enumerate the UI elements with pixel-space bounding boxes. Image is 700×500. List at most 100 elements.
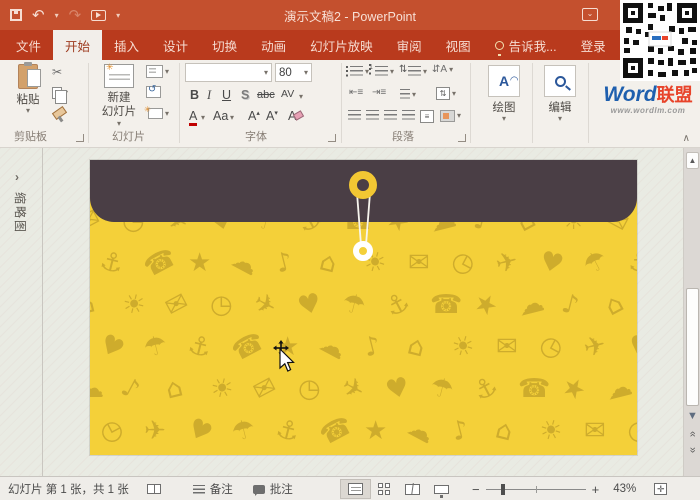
customize-qat-icon[interactable]: ▾ xyxy=(116,11,120,20)
bullets-button[interactable]: ▾ xyxy=(346,66,369,77)
align-left-button[interactable] xyxy=(348,110,361,121)
thumbnail-panel[interactable]: › 缩略图 xyxy=(0,148,43,476)
slide-sorter-button[interactable] xyxy=(371,479,398,499)
copy-button[interactable]: ▾ xyxy=(52,87,68,104)
start-slideshow-icon[interactable] xyxy=(91,9,107,21)
shrink-font-button[interactable]: A xyxy=(266,110,278,123)
section-dropdown-icon[interactable]: ▾ xyxy=(165,109,169,118)
scrollbar-thumb[interactable] xyxy=(686,288,699,406)
justify-button[interactable] xyxy=(402,110,415,121)
drawing-button[interactable]: A 绘图 ▾ xyxy=(482,65,526,123)
change-case-button[interactable]: Aa xyxy=(213,110,228,123)
redo-icon: ↷ xyxy=(68,6,82,24)
section-button[interactable]: ▾ xyxy=(144,105,169,119)
font-dialog-launcher[interactable] xyxy=(328,134,336,142)
line-spacing-button[interactable]: ▾ xyxy=(399,64,427,77)
expand-thumbnails-icon[interactable]: › xyxy=(15,170,19,184)
tab-design[interactable]: 设计 xyxy=(151,30,200,60)
font-size-dropdown-icon[interactable]: ▾ xyxy=(304,68,308,77)
previous-slide-icon[interactable]: « xyxy=(687,426,699,443)
clear-formatting-button[interactable]: A xyxy=(288,110,296,123)
tell-me-box[interactable]: 告诉我... xyxy=(483,30,569,60)
increase-indent-button[interactable]: ⇥≡ xyxy=(372,87,386,98)
collapse-ribbon-icon[interactable]: ∧ xyxy=(683,133,690,144)
paragraph-dialog-launcher[interactable] xyxy=(458,134,466,142)
font-size-combo[interactable]: 80 ▾ xyxy=(275,63,312,82)
paste-dropdown-icon[interactable]: ▾ xyxy=(26,107,30,115)
undo-dropdown-icon[interactable]: ▾ xyxy=(55,11,59,20)
bold-button[interactable]: B xyxy=(190,89,199,102)
font-name-dropdown-icon[interactable]: ▾ xyxy=(264,68,268,77)
align-text-button[interactable]: ⇅ ▾ xyxy=(436,87,456,100)
numbering-dropdown-icon[interactable]: ▾ xyxy=(390,67,394,76)
zoom-out-button[interactable]: − xyxy=(472,482,480,497)
notes-toggle[interactable]: 备注 xyxy=(192,481,233,497)
comments-toggle[interactable]: 批注 xyxy=(252,481,293,497)
zoom-in-button[interactable]: + xyxy=(592,482,600,497)
zoom-slider-thumb[interactable] xyxy=(500,483,505,495)
save-icon[interactable] xyxy=(10,9,22,21)
underline-button[interactable]: U xyxy=(222,89,231,102)
distribute-button[interactable]: ≡ xyxy=(420,110,434,123)
zoom-slider[interactable] xyxy=(485,483,586,495)
ribbon-display-options-icon[interactable]: ⌄ xyxy=(582,8,598,21)
layout-dropdown-icon[interactable]: ▾ xyxy=(165,67,169,76)
numbering-button[interactable]: ▾ xyxy=(369,64,394,77)
normal-view-button[interactable] xyxy=(340,479,371,499)
tab-file[interactable]: 文件 xyxy=(4,30,53,60)
cut-button[interactable]: ✂ xyxy=(52,66,62,78)
paste-button[interactable]: 粘贴 ▾ xyxy=(8,62,48,115)
next-slide-icon[interactable]: » xyxy=(687,442,699,459)
align-center-button[interactable] xyxy=(366,110,379,121)
smartart-dropdown-icon[interactable]: ▾ xyxy=(457,112,461,120)
new-slide-button[interactable]: 新建 幻灯片 ▾ xyxy=(96,62,142,128)
tab-review[interactable]: 审阅 xyxy=(385,30,434,60)
italic-button[interactable]: I xyxy=(207,89,211,102)
layout-button[interactable]: ▾ xyxy=(146,65,169,78)
columns-button[interactable]: ▾ xyxy=(400,89,416,100)
fit-to-window-icon[interactable]: ✛ xyxy=(654,483,668,495)
undo-icon[interactable]: ↶ xyxy=(32,8,45,23)
font-name-combo[interactable]: ▾ xyxy=(185,63,272,82)
tab-animations[interactable]: 动画 xyxy=(249,30,298,60)
reading-view-button[interactable] xyxy=(398,479,427,499)
line-spacing-dropdown-icon[interactable]: ▾ xyxy=(423,67,427,76)
tab-view[interactable]: 视图 xyxy=(434,30,483,60)
clipboard-dialog-launcher[interactable] xyxy=(76,134,84,142)
font-color-dropdown-icon[interactable]: ▾ xyxy=(201,114,205,122)
grow-font-button[interactable]: A xyxy=(248,110,260,123)
slideshow-view-button[interactable] xyxy=(427,479,456,499)
character-spacing-dropdown-icon[interactable]: ▾ xyxy=(299,93,303,101)
strikethrough-button[interactable]: abc xyxy=(257,90,275,101)
align-text-dropdown-icon[interactable]: ▾ xyxy=(452,89,456,98)
tab-slideshow[interactable]: 幻灯片放映 xyxy=(298,30,385,60)
tab-home[interactable]: 开始 xyxy=(53,30,103,60)
editing-dropdown-icon[interactable]: ▾ xyxy=(558,115,562,123)
align-right-button[interactable] xyxy=(384,110,397,121)
drawing-dropdown-icon[interactable]: ▾ xyxy=(502,115,506,123)
convert-smartart-button[interactable]: ▾ xyxy=(440,110,461,122)
tab-transitions[interactable]: 切换 xyxy=(200,30,249,60)
reset-button[interactable] xyxy=(146,84,161,98)
slide-canvas[interactable]: ✉◷✈♥☂⚓☎★☁♪⌂☀✉◷⚓☎★☁♪⌂☀✉◷✈♥☂⚓☎⌂☀✉◷✈♥☂⚓☎★☁♪… xyxy=(90,160,637,455)
tab-insert[interactable]: 插入 xyxy=(102,30,151,60)
zoom-level[interactable]: 43% xyxy=(613,483,636,495)
sign-in-button[interactable]: 登录 xyxy=(569,30,618,60)
scroll-up-button[interactable]: ▲ xyxy=(686,152,699,169)
vertical-scrollbar[interactable]: ▲ ▼ « » xyxy=(683,148,700,476)
format-painter-button[interactable] xyxy=(52,109,65,122)
tab-transitions-label: 切换 xyxy=(212,39,238,54)
new-slide-dropdown-icon[interactable]: ▾ xyxy=(117,119,121,128)
scroll-down-icon[interactable]: ▼ xyxy=(684,410,700,422)
change-case-dropdown-icon[interactable]: ▾ xyxy=(230,114,234,122)
text-direction-dropdown-icon[interactable]: ▾ xyxy=(449,65,453,74)
character-spacing-button[interactable]: AV xyxy=(281,89,294,100)
text-direction-icon: ⇵A xyxy=(432,64,448,75)
decrease-indent-button[interactable]: ⇤≡ xyxy=(349,87,363,98)
text-shadow-button[interactable]: S xyxy=(241,89,249,102)
editing-button[interactable]: 编辑 ▾ xyxy=(538,65,582,123)
columns-dropdown-icon[interactable]: ▾ xyxy=(412,90,416,99)
font-color-button[interactable]: A xyxy=(189,110,198,126)
spellcheck-icon[interactable] xyxy=(146,484,161,494)
text-direction-button[interactable]: ⇵A ▾ xyxy=(432,64,453,75)
